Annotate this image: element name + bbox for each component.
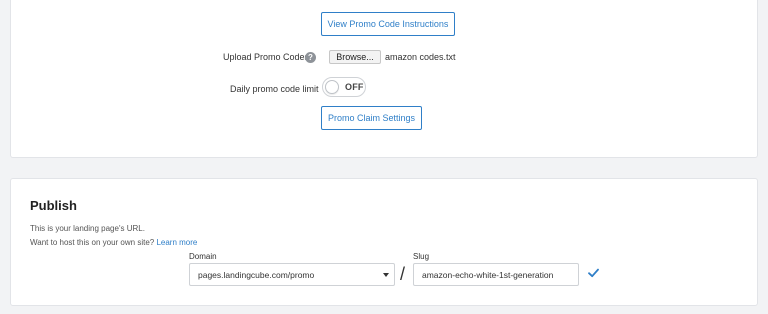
check-icon xyxy=(588,268,599,278)
upload-promo-codes-label: Upload Promo Codes xyxy=(223,52,310,62)
domain-select[interactable]: pages.landingcube.com/promo xyxy=(189,263,395,286)
promo-claim-settings-button[interactable]: Promo Claim Settings xyxy=(321,106,422,130)
learn-more-link[interactable]: Learn more xyxy=(156,238,197,247)
host-text: Want to host this on your own site? xyxy=(30,238,155,247)
publish-panel: Publish This is your landing page's URL.… xyxy=(10,178,758,306)
domain-value: pages.landingcube.com/promo xyxy=(198,269,315,280)
view-promo-instructions-button[interactable]: View Promo Code Instructions xyxy=(321,12,455,36)
toggle-knob xyxy=(325,80,339,94)
url-separator: / xyxy=(400,264,406,284)
chevron-down-icon xyxy=(383,273,389,277)
selected-file-name: amazon codes.txt xyxy=(385,52,456,62)
domain-label: Domain xyxy=(189,252,217,261)
daily-limit-label: Daily promo code limit xyxy=(230,84,319,94)
promo-code-panel: View Promo Code Instructions Upload Prom… xyxy=(10,0,758,158)
slug-label: Slug xyxy=(413,252,430,261)
publish-description: This is your landing page's URL. xyxy=(30,224,145,233)
slug-value: amazon-echo-white-1st-generation xyxy=(422,269,554,280)
help-icon[interactable]: ? xyxy=(305,52,316,63)
daily-limit-toggle[interactable]: OFF xyxy=(322,77,366,97)
browse-button[interactable]: Browse... xyxy=(329,50,381,64)
toggle-state-text: OFF xyxy=(345,82,364,92)
publish-title: Publish xyxy=(30,198,77,213)
host-line: Want to host this on your own site? Lear… xyxy=(30,238,197,247)
slug-input[interactable]: amazon-echo-white-1st-generation xyxy=(413,263,579,286)
